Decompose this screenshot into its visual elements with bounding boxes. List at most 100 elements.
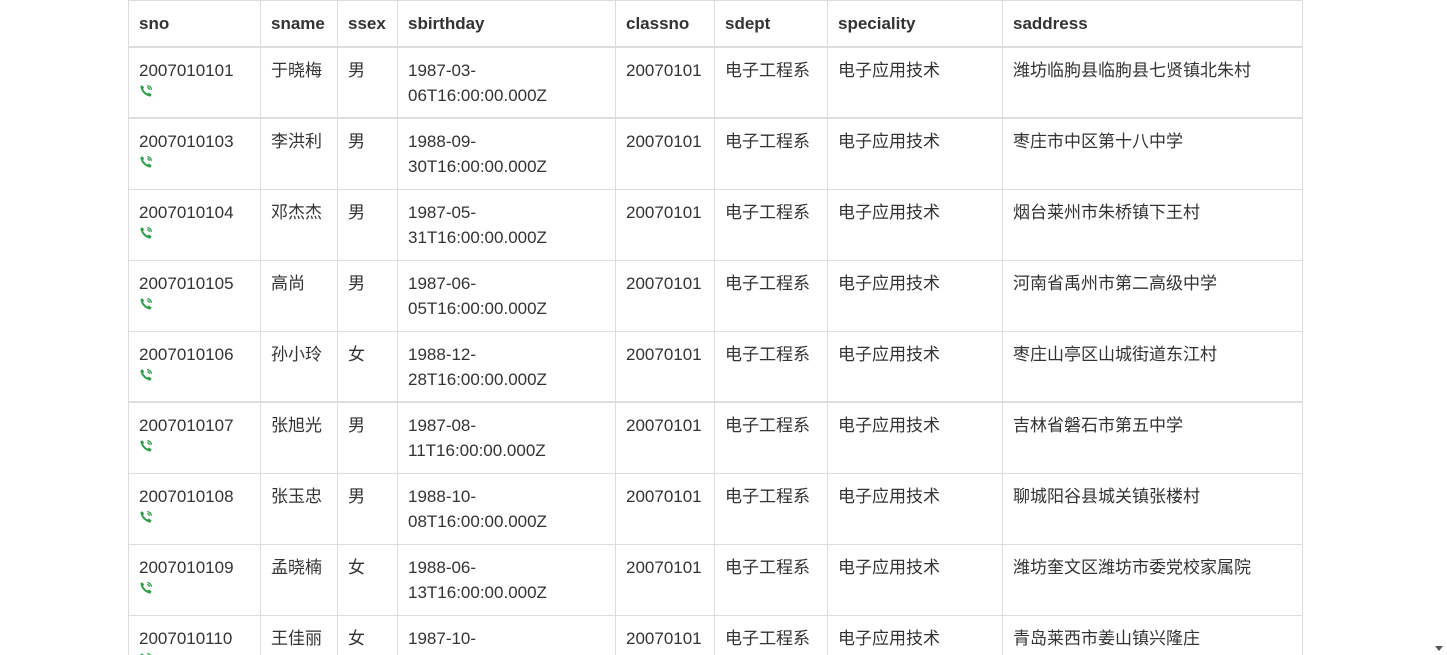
cell-ssex-value: 男 [348,486,365,506]
column-header-ssex[interactable]: ssex [337,0,398,48]
cell-sdept: 电子工程系 [714,614,828,655]
cell-sbirthday-value: 1987-08-11T16:00:00.000Z [408,416,546,460]
phone-icon[interactable] [139,297,153,311]
table-row[interactable]: 2007010108 张玉忠 男 1988-10-08T16:00:00.000Z 20… [128,472,1303,545]
phone-icon[interactable] [139,652,153,655]
cell-sname-value: 于晓梅 [271,61,322,80]
table-body: 2007010101 于晓梅男 1987-03-06T16:00:00.000Z 20… [128,46,1303,655]
column-header-sname[interactable]: sname [260,0,338,48]
phone-icon[interactable] [139,368,153,382]
cell-sbirthday: 1988-09-30T16:00:00.000Z [397,117,616,190]
cell-sbirthday: 1987-03-06T16:00:00.000Z [397,46,616,119]
phone-icon[interactable] [139,510,153,524]
table-row[interactable]: 2007010105 高尚 男 1987-06-05T16:00:00.000Z 200… [128,259,1303,332]
cell-sname-value: 邓杰杰 [271,202,322,222]
cell-saddress-value: 烟台莱州市朱桥镇下王村 [1013,202,1200,222]
cell-speciality-value: 电子应用技术 [838,202,940,222]
table-row[interactable]: 2007010104 邓杰杰 男 1987-05-31T16:00:00.000Z 20… [128,188,1303,261]
table-row[interactable]: 2007010103 李洪利 男 1988-09-30T16:00:00.000Z 20… [128,117,1303,190]
cell-ssex: 女 [337,330,398,403]
cell-speciality: 电子应用技术 [827,117,1003,190]
cell-classno-value: 20070101 [626,61,702,80]
cell-sname: 王佳丽 [260,614,338,655]
cell-speciality: 电子应用技术 [827,330,1003,403]
cell-classno-value: 20070101 [626,202,702,222]
column-header-sdept[interactable]: sdept [714,0,828,48]
cell-saddress: 青岛莱西市姜山镇兴隆庄 [1002,614,1303,655]
cell-speciality-value: 电子应用技术 [838,628,940,648]
cell-sno: 2007010103 [128,117,261,190]
cell-sno: 2007010106 [128,330,261,403]
cell-saddress-value: 潍坊奎文区潍坊市委党校家属院 [1013,557,1251,577]
cell-sbirthday: 1987-10- [397,614,616,655]
cell-sdept-value: 电子工程系 [725,416,810,435]
cell-ssex: 男 [337,188,398,261]
cell-saddress-value: 吉林省磐石市第五中学 [1013,416,1183,435]
cell-ssex: 女 [337,614,398,655]
cell-sno-value: 2007010108 [139,486,234,506]
cell-saddress-value: 潍坊临朐县临朐县七贤镇北朱村 [1013,61,1251,80]
cell-speciality: 电子应用技术 [827,188,1003,261]
cell-sname-value: 张旭光 [271,416,322,435]
phone-icon[interactable] [139,84,153,98]
phone-icon[interactable] [139,226,153,240]
table-row[interactable]: 2007010107 张旭光 男 1987-08-11T16:00:00.000Z 20… [128,401,1303,474]
cell-sno: 2007010108 [128,472,261,545]
column-header-sno[interactable]: sno [128,0,261,48]
cell-ssex-value: 女 [348,557,365,577]
cell-classno: 20070101 [615,330,715,403]
cell-sbirthday-value: 1988-10-08T16:00:00.000Z [408,486,547,531]
cell-speciality-value: 电子应用技术 [838,486,940,506]
cell-sdept: 电子工程系 [714,472,828,545]
cell-sdept-value: 电子工程系 [725,202,810,222]
cell-sname: 高尚 [260,259,338,332]
cell-sbirthday-value: 1987-05-31T16:00:00.000Z [408,202,547,247]
page: sno sname ssex sbirthday classno sdept s… [0,0,1447,655]
cell-sname-value: 张玉忠 [271,486,322,506]
table-row[interactable]: 2007010106 孙小玲 女 1988-12-28T16:00:00.000Z 20… [128,330,1303,403]
table-header: sno sname ssex sbirthday classno sdept s… [128,0,1303,48]
cell-classno-value: 20070101 [626,344,702,364]
cell-classno-value: 20070101 [626,628,702,648]
cell-ssex-value: 女 [348,628,365,648]
phone-icon[interactable] [139,581,153,595]
cell-sdept: 电子工程系 [714,401,828,474]
column-header-speciality[interactable]: speciality [827,0,1003,48]
cell-sno-value: 2007010107 [139,416,234,435]
cell-saddress: 枣庄市中区第十八中学 [1002,117,1303,190]
cell-sbirthday: 1987-08-11T16:00:00.000Z [397,401,616,474]
cell-sno: 2007010109 [128,543,261,616]
cell-sdept: 电子工程系 [714,46,828,119]
column-header-sbirthday[interactable]: sbirthday [397,0,616,48]
table-row[interactable]: 2007010101 于晓梅 男 1987-03-06T16:00:00.000Z 20… [128,46,1303,119]
scroll-down-arrow-icon[interactable] [1435,646,1443,651]
table-row[interactable]: 2007010109 孟晓楠 女 1988-06-13T16:00:00.000Z 20… [128,543,1303,616]
cell-sname-value: 李洪利 [271,132,322,151]
cell-sbirthday: 1988-06-13T16:00:00.000Z [397,543,616,616]
cell-sdept: 电子工程系 [714,330,828,403]
cell-sname: 孙小玲 [260,330,338,403]
phone-icon[interactable] [139,155,153,169]
cell-sname-value: 孙小玲 [271,344,322,364]
phone-icon[interactable] [139,439,153,453]
cell-classno: 20070101 [615,614,715,655]
cell-speciality: 电子应用技术 [827,46,1003,119]
table-row[interactable]: 2007010110 王佳丽 女 1987-10- 20070101 电子工程系 电子应用技… [128,614,1303,655]
cell-classno-value: 20070101 [626,416,702,435]
cell-sbirthday-value: 1987-10- [408,628,477,648]
cell-sdept-value: 电子工程系 [725,557,810,577]
cell-sno: 2007010107 [128,401,261,474]
column-header-saddress[interactable]: saddress [1002,0,1303,48]
cell-classno: 20070101 [615,46,715,119]
cell-classno-value: 20070101 [626,557,702,577]
cell-sno-value: 2007010101 [139,61,234,80]
cell-speciality: 电子应用技术 [827,401,1003,474]
cell-ssex: 男 [337,46,398,119]
cell-sbirthday-value: 1988-09-30T16:00:00.000Z [408,132,547,176]
cell-speciality-value: 电子应用技术 [838,132,940,151]
cell-saddress-value: 青岛莱西市姜山镇兴隆庄 [1013,628,1200,648]
column-header-classno[interactable]: classno [615,0,715,48]
cell-sname-value: 孟晓楠 [271,557,322,577]
cell-saddress-value: 河南省禹州市第二高级中学 [1013,273,1217,293]
cell-sno: 2007010101 [128,46,261,119]
